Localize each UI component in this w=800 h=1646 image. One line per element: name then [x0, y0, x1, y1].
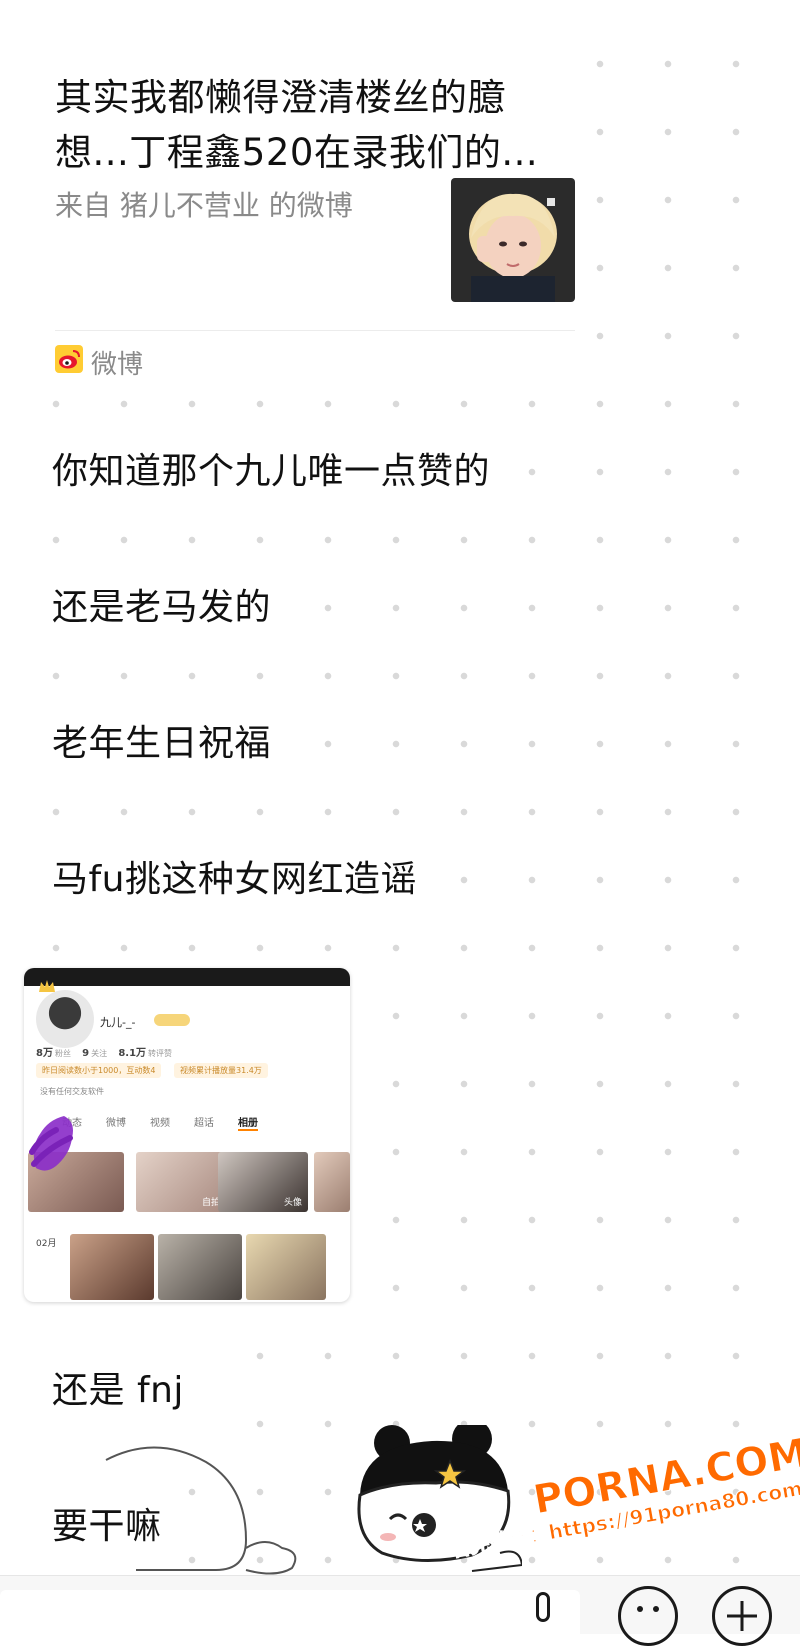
vip-badge-icon: [154, 1014, 190, 1026]
album-photo-label: 头像: [283, 1198, 302, 1208]
profile-tabs: 动态 微博 视频 超话 相册: [62, 1114, 258, 1131]
profile-note: 没有任何交友软件: [40, 1087, 104, 1096]
album-month: 02月: [36, 1239, 57, 1249]
message-text: 老年生日祝福: [52, 723, 272, 764]
microphone-icon[interactable]: [536, 1592, 550, 1622]
stat-label: 关注: [91, 1049, 108, 1058]
message-bubble[interactable]: 马fu挑这种女网红造谣: [28, 828, 441, 924]
message-text: 你知道那个九儿唯一点赞的: [52, 451, 491, 492]
album-photo: 头像: [218, 1152, 308, 1212]
message-text: 马fu挑这种女网红造谣: [52, 859, 417, 900]
emoji-icon[interactable]: [618, 1586, 678, 1646]
add-more-icon[interactable]: [712, 1586, 772, 1646]
profile-tab: 视频: [150, 1118, 170, 1129]
profile-avatar: [36, 990, 94, 1048]
album-photo: [314, 1152, 350, 1212]
profile-tab: 微博: [106, 1118, 126, 1129]
profile-tab: 超话: [194, 1118, 214, 1129]
message-bubble[interactable]: 老年生日祝福: [28, 692, 296, 788]
previous-bubble-edge: [28, 0, 580, 8]
screenshot-top-strip: [24, 968, 350, 986]
share-card-title: 其实我都懒得澄清楼丝的臆想...丁程鑫520在录我们的...: [55, 76, 539, 174]
profile-tab-active: 相册: [238, 1114, 258, 1131]
stat-value: 9: [82, 1048, 90, 1059]
profile-name: 九儿-_-: [100, 1016, 136, 1029]
weibo-share-card[interactable]: 其实我都懒得澄清楼丝的臆想...丁程鑫520在录我们的... 来自 猪儿不营业 …: [28, 8, 580, 388]
album-photo: [70, 1234, 154, 1300]
album-photo: 自拍: [136, 1152, 226, 1212]
share-card-brand: 微博: [55, 344, 143, 381]
share-card-thumbnail: [451, 178, 575, 302]
message-bubble[interactable]: 还是老马发的: [28, 556, 296, 652]
message-input[interactable]: [0, 1590, 580, 1634]
profile-stats: 8万 粉丝 9 关注 8.1万 转评赞: [36, 1044, 180, 1059]
album-photo: [158, 1234, 242, 1300]
share-card-source: 来自 猪儿不营业 的微博: [55, 189, 353, 222]
message-text: 还是 fnj: [52, 1370, 184, 1411]
profile-tag: 昨日阅读数小于1000，互动数4: [36, 1063, 162, 1078]
weibo-logo-icon: [55, 345, 83, 380]
profile-tag: 视频累计播放量31.4万: [174, 1063, 268, 1078]
share-card-divider: [55, 330, 575, 331]
cloud-sketch-decoration: [96, 1440, 306, 1584]
crown-icon: [38, 978, 56, 997]
profile-screenshot-image[interactable]: 九儿-_- 8万 粉丝 9 关注 8.1万 转评赞 昨日阅读数小于1000，互动数4 …: [24, 968, 350, 1302]
album-photo: [246, 1234, 326, 1300]
message-bubble[interactable]: 还是 fnj: [28, 1339, 208, 1435]
share-card-brand-label: 微博: [91, 350, 144, 380]
chat-input-bar: [0, 1575, 800, 1646]
message-text: 还是老马发的: [52, 587, 272, 628]
stat-value: 8万: [36, 1048, 53, 1059]
stat-value: 8.1万: [118, 1048, 147, 1059]
message-bubble[interactable]: 你知道那个九儿唯一点赞的: [28, 420, 515, 516]
stat-label: 转评赞: [148, 1049, 173, 1058]
stat-label: 粉丝: [54, 1049, 71, 1058]
privacy-scribble: [26, 1108, 84, 1178]
